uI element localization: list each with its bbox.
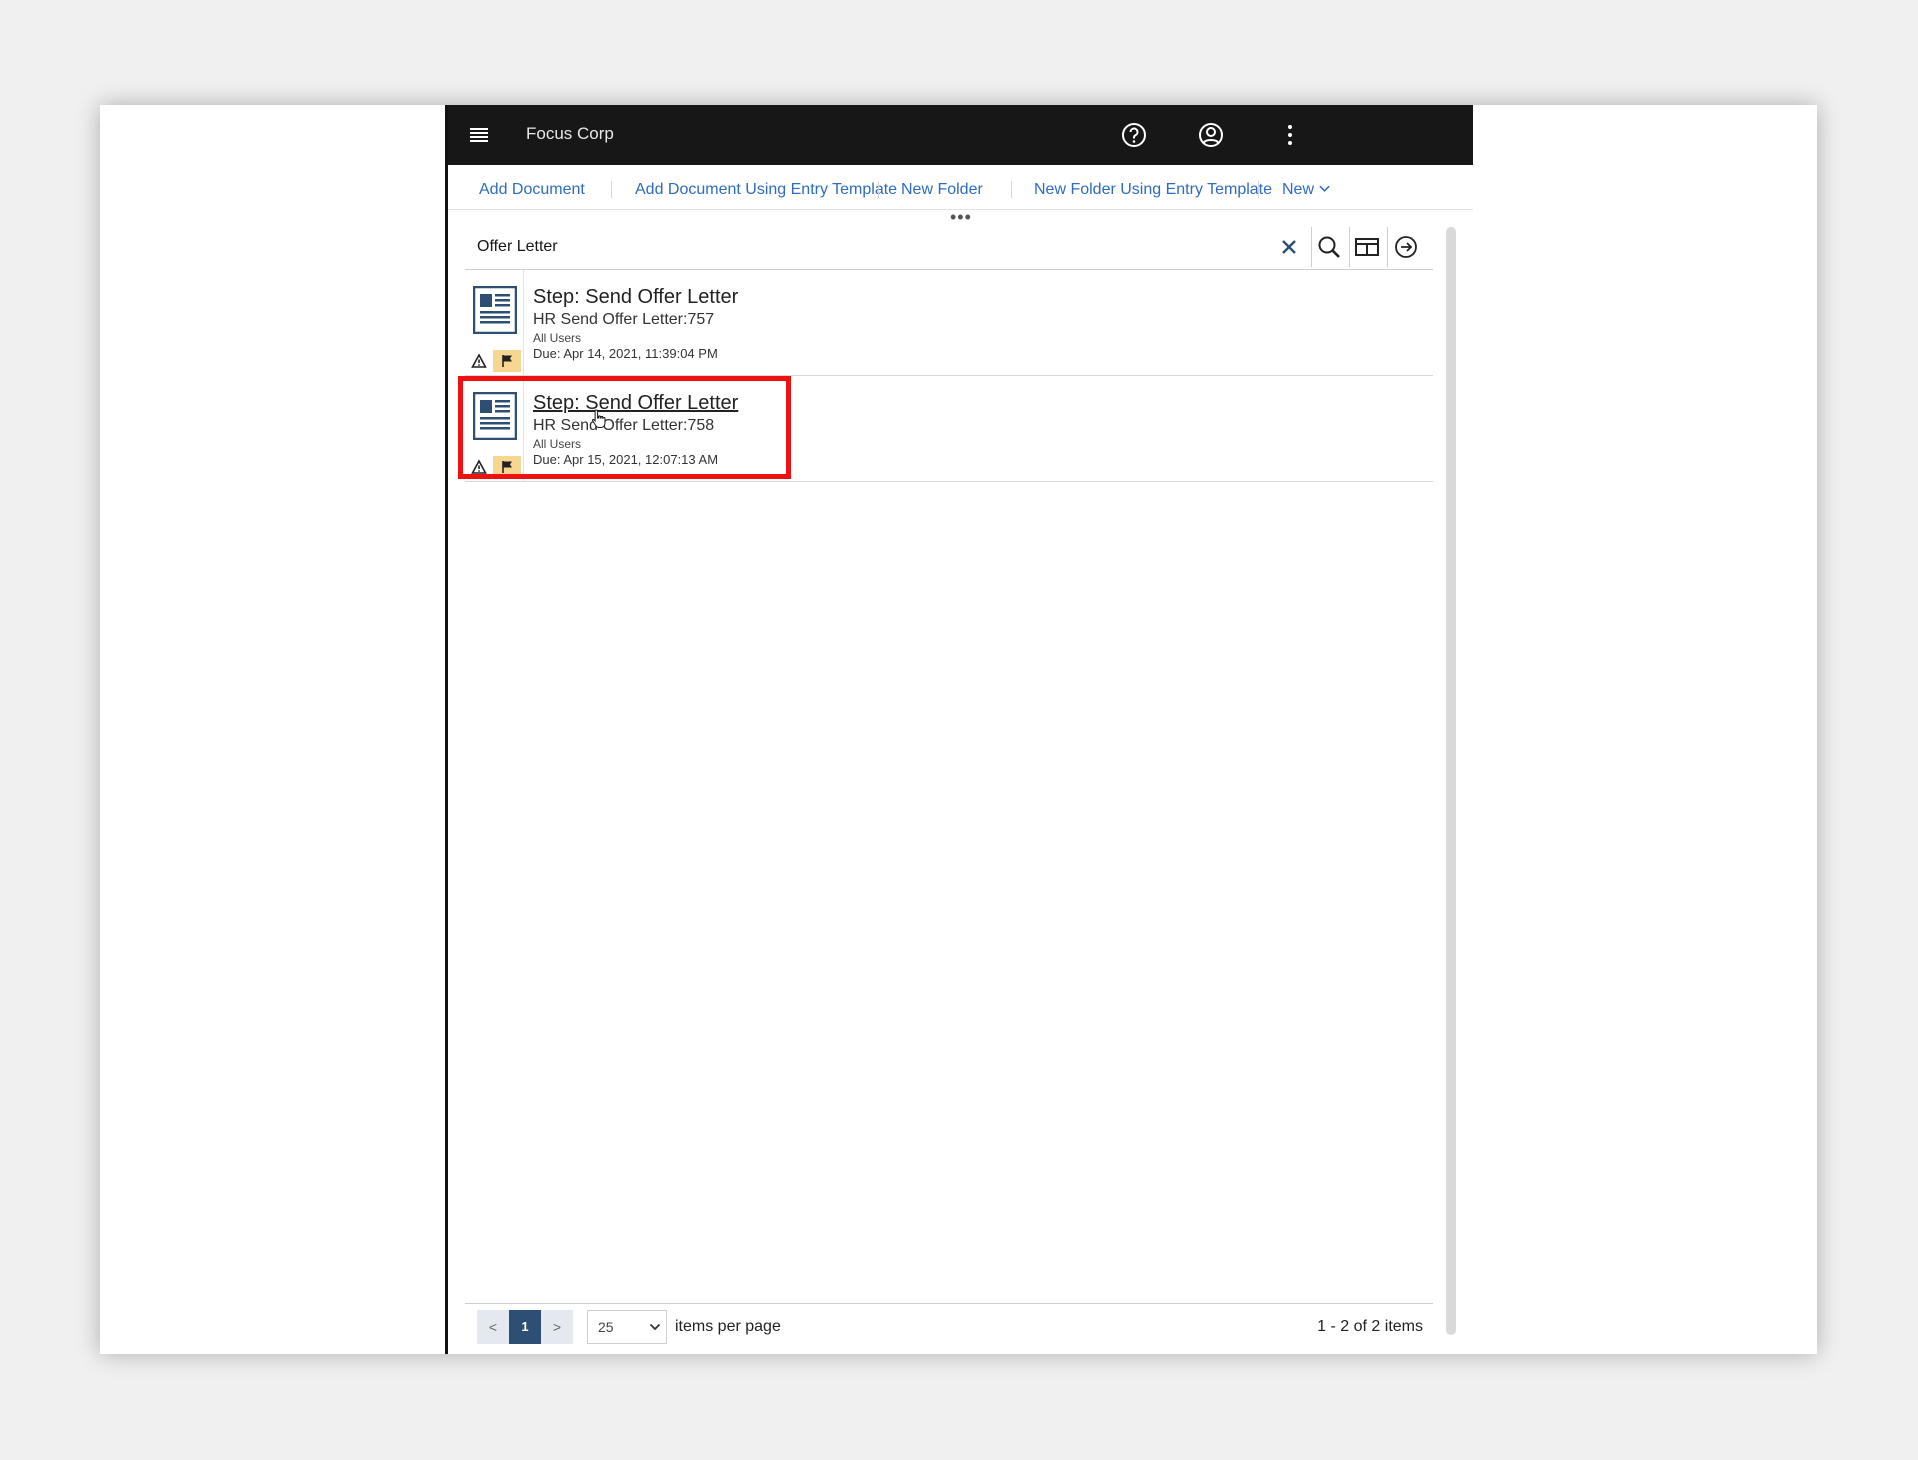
flag-icon <box>493 456 521 478</box>
more-options-icon[interactable]: ••• <box>950 208 972 226</box>
add-document-template-button[interactable]: Add Document Using Entry Template <box>635 181 897 199</box>
warning-icon <box>465 456 493 478</box>
top-bar: Focus Corp <box>448 105 1473 165</box>
work-item-subtitle: HR Send Offer Letter:757 <box>533 311 715 328</box>
new-dropdown-button[interactable]: New <box>1282 181 1331 199</box>
close-icon[interactable] <box>1273 231 1305 263</box>
hand-cursor-icon <box>591 408 607 430</box>
search-divider <box>1349 227 1350 267</box>
menu-icon[interactable] <box>468 124 490 146</box>
vertical-scrollbar[interactable] <box>1446 227 1456 1335</box>
user-icon[interactable] <box>1195 119 1227 151</box>
help-icon[interactable] <box>1118 119 1150 151</box>
item-count-summary: 1 - 2 of 2 items <box>1317 1318 1423 1335</box>
work-item-title[interactable]: Step: Send Offer Letter <box>533 286 738 309</box>
chevron-down-icon <box>649 1323 661 1331</box>
search-divider <box>1387 227 1388 267</box>
table-view-icon[interactable] <box>1351 231 1383 263</box>
flag-icon <box>493 350 521 372</box>
search-icon[interactable] <box>1313 231 1345 263</box>
row-divider <box>523 376 524 481</box>
search-bar <box>465 225 1433 270</box>
status-indicators <box>465 456 523 478</box>
items-per-page-select[interactable]: 25 <box>587 1310 667 1344</box>
work-item-due-date: Due: Apr 15, 2021, 12:07:13 AM <box>533 452 719 467</box>
work-item-assignee: All Users <box>533 331 582 345</box>
toolbar-divider <box>1011 181 1012 198</box>
content-navigator-window: Focus Corp Add Document Add Document Usi… <box>445 105 1473 1354</box>
add-document-button[interactable]: Add Document <box>479 181 585 199</box>
app-brand: Focus Corp <box>526 124 614 143</box>
toolbar-divider <box>878 181 879 198</box>
overflow-menu-icon[interactable] <box>1274 119 1306 151</box>
warning-icon <box>465 350 493 372</box>
row-divider <box>523 270 524 375</box>
screenshot-frame: Focus Corp Add Document Add Document Usi… <box>100 105 1817 1354</box>
action-toolbar: Add Document Add Document Using Entry Te… <box>448 165 1473 210</box>
new-dropdown-label: New <box>1282 181 1315 198</box>
items-per-page-value: 25 <box>598 1319 614 1335</box>
next-page-button[interactable]: > <box>541 1310 573 1344</box>
list-item[interactable]: Step: Send Offer Letter HR Send Offer Le… <box>458 376 1433 482</box>
work-item-icon <box>472 285 518 335</box>
previous-page-button[interactable]: < <box>477 1310 509 1344</box>
search-input[interactable] <box>475 233 1269 261</box>
arrow-right-circle-icon[interactable] <box>1390 231 1422 263</box>
work-item-subtitle: HR Send Offer Letter:758 <box>533 417 715 434</box>
pagination-bar: < 1 > 25 items per page 1 - 2 of 2 items <box>465 1303 1433 1352</box>
search-divider <box>1311 227 1312 267</box>
chevron-down-icon <box>1319 185 1331 192</box>
work-item-icon <box>472 391 518 441</box>
work-item-title[interactable]: Step: Send Offer Letter <box>533 392 738 415</box>
items-per-page-label: items per page <box>675 1318 781 1335</box>
status-indicators <box>465 350 523 372</box>
work-item-assignee: All Users <box>533 437 582 451</box>
work-item-due-date: Due: Apr 14, 2021, 11:39:04 PM <box>533 346 718 361</box>
new-folder-template-button[interactable]: New Folder Using Entry Template <box>1034 181 1272 199</box>
new-folder-button[interactable]: New Folder <box>901 181 983 199</box>
list-item[interactable]: Step: Send Offer Letter HR Send Offer Le… <box>465 270 1433 376</box>
toolbar-divider <box>611 181 612 198</box>
page-1-button[interactable]: 1 <box>509 1310 541 1344</box>
toolbar-divider <box>1258 181 1259 198</box>
